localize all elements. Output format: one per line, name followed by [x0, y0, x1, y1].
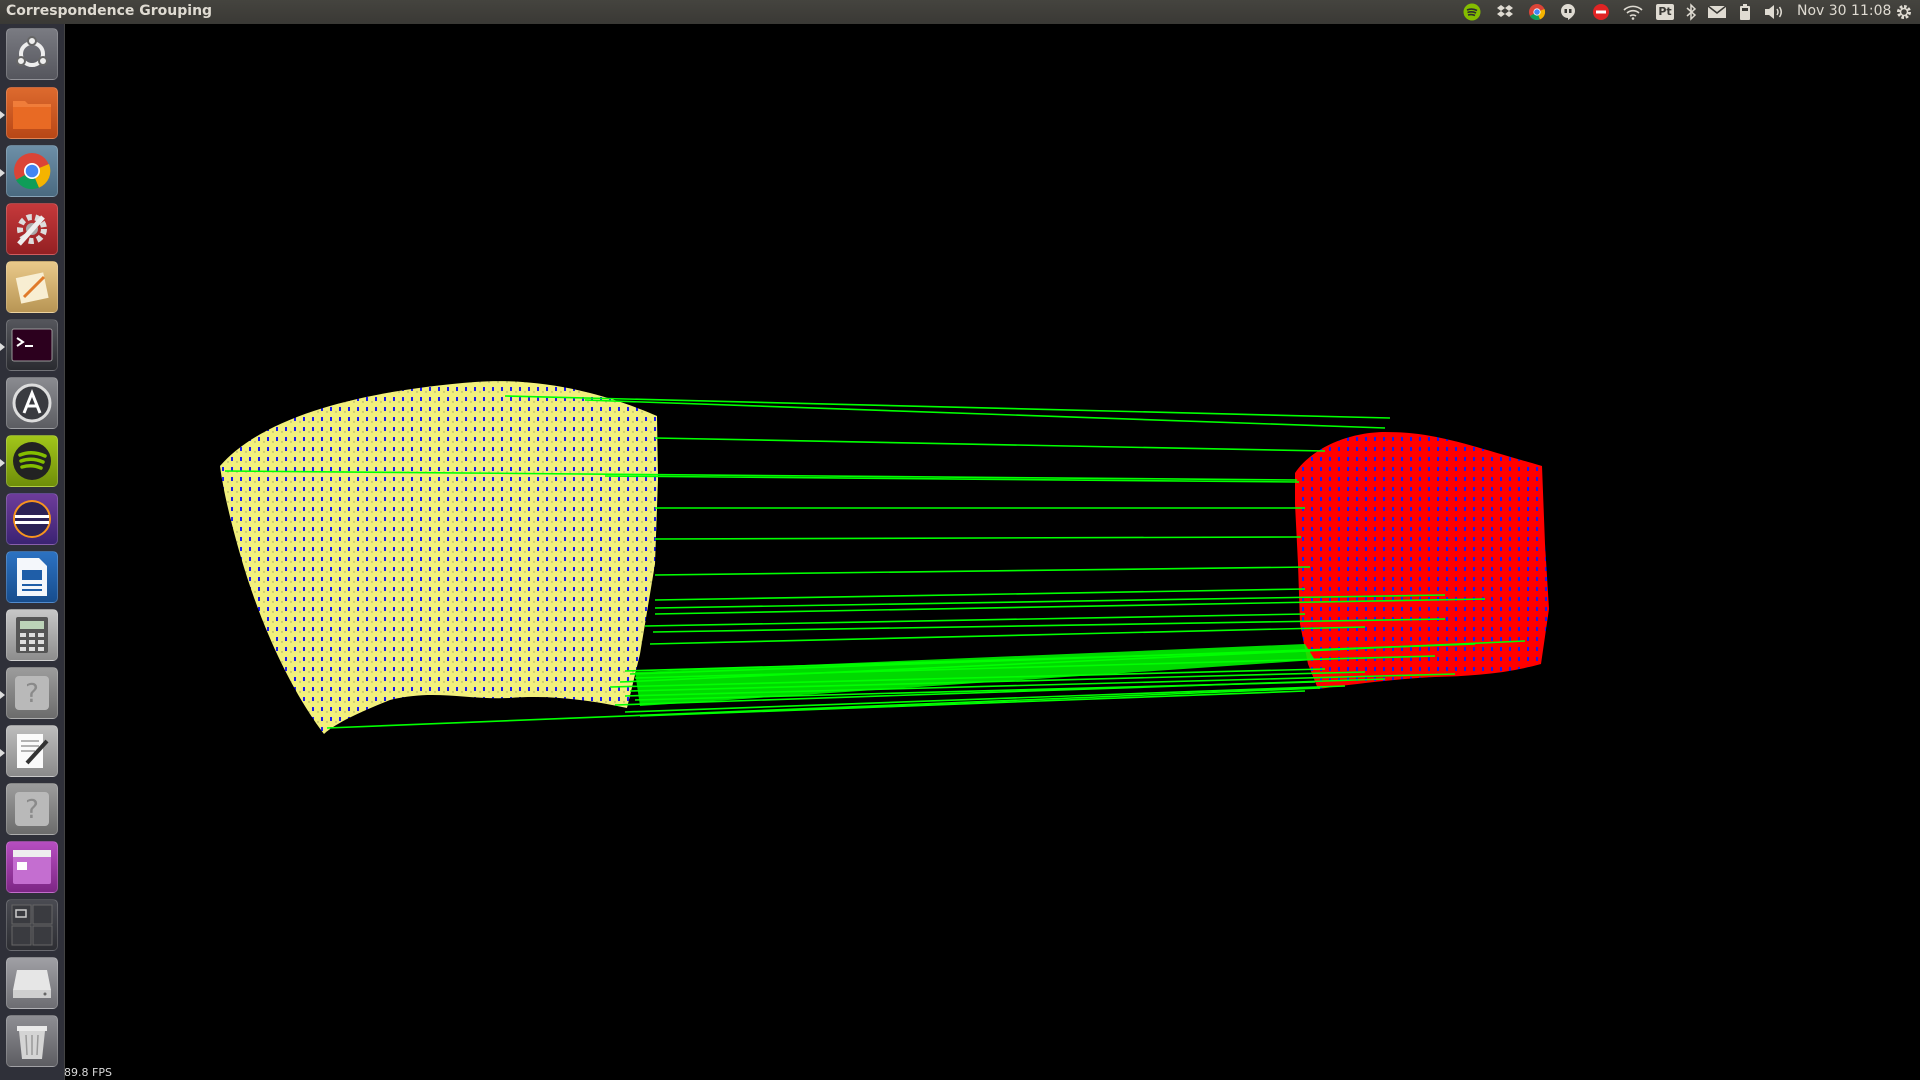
svg-text:?: ? [25, 679, 39, 709]
unknown-app-2-launcher-button[interactable]: ? [6, 783, 58, 835]
clock[interactable]: Nov 30 11:08 [1797, 3, 1891, 19]
calculator-launcher-button[interactable] [6, 609, 58, 661]
running-indicator [0, 111, 5, 119]
spotify-tray-icon[interactable] [1461, 2, 1483, 22]
eclipse-icon [13, 500, 51, 538]
window-title: Correspondence Grouping [6, 3, 213, 19]
gedit-launcher-button[interactable] [6, 725, 58, 777]
notepad-icon [15, 272, 49, 304]
fps-counter: 89.8 FPS [64, 1066, 112, 1079]
running-indicator [0, 343, 5, 351]
calculator-icon [16, 617, 48, 653]
correspondence-line [654, 437, 1326, 452]
hangouts-tray-icon[interactable] [1557, 2, 1579, 22]
workspace-switcher-button[interactable] [6, 899, 58, 951]
hard-drive-icon [13, 970, 51, 998]
ubuntu-dash-button[interactable] [6, 28, 58, 80]
running-indicator [0, 169, 5, 177]
document-icon [17, 558, 47, 596]
correspondence-line [644, 613, 1306, 627]
workspace-app-launcher-button[interactable] [6, 841, 58, 893]
trash-icon [17, 1026, 47, 1059]
mail-icon[interactable] [1706, 2, 1728, 22]
battery-icon[interactable] [1734, 2, 1756, 22]
bluetooth-icon[interactable] [1680, 2, 1702, 22]
running-indicator [0, 749, 5, 757]
point-cloud-scene[interactable] [65, 24, 1920, 1080]
dropbox-tray-icon[interactable] [1494, 2, 1516, 22]
running-indicator [0, 459, 5, 467]
terminal-icon [11, 328, 53, 362]
pcl-viewer-viewport[interactable] [65, 24, 1920, 1080]
window-manager-icon [13, 850, 51, 884]
correspondence-line [654, 536, 1302, 540]
system-settings-launcher-button[interactable] [6, 203, 58, 255]
trash-launcher-button[interactable] [6, 1015, 58, 1067]
gear-icon[interactable] [1893, 2, 1915, 22]
svg-text:?: ? [25, 795, 39, 825]
ubuntu-logo-icon [16, 36, 48, 67]
writer-launcher-button[interactable] [6, 551, 58, 603]
text-editor-launcher-button[interactable] [6, 261, 58, 313]
do-not-disturb-icon[interactable] [1590, 2, 1612, 22]
chrome-tray-icon[interactable] [1526, 2, 1548, 22]
question-mark-icon: ? [15, 676, 49, 710]
edit-document-icon [17, 734, 49, 768]
correspondence-line [654, 566, 1311, 576]
folder-icon [13, 101, 51, 129]
keyboard-layout-icon[interactable]: Pt [1654, 2, 1676, 22]
terminal-launcher-button[interactable] [6, 319, 58, 371]
unknown-app-launcher-button[interactable]: ? [6, 667, 58, 719]
chrome-launcher-button[interactable] [6, 145, 58, 197]
chrome-icon [14, 153, 51, 190]
running-indicator [0, 691, 5, 699]
launcher: ? ? [0, 24, 65, 1080]
question-mark-icon: ? [15, 792, 49, 826]
wifi-icon[interactable] [1622, 2, 1644, 22]
spotify-icon [13, 442, 51, 480]
volume-icon[interactable] [1763, 2, 1785, 22]
drive-launcher-button[interactable] [6, 957, 58, 1009]
settings-wrench-icon [17, 214, 47, 246]
software-updater-launcher-button[interactable] [6, 377, 58, 429]
keyboard-layout-label: Pt [1656, 4, 1674, 20]
model-point-cloud [220, 381, 658, 734]
files-launcher-button[interactable] [6, 87, 58, 139]
eclipse-launcher-button[interactable] [6, 493, 58, 545]
correspondence-line [584, 399, 1386, 429]
correspondence-bundle [635, 644, 1315, 706]
software-update-icon [12, 383, 52, 423]
spotify-launcher-button[interactable] [6, 435, 58, 487]
top-panel: Correspondence Grouping Pt Nov 30 11:08 [0, 0, 1920, 24]
workspace-grid-icon [11, 904, 53, 946]
